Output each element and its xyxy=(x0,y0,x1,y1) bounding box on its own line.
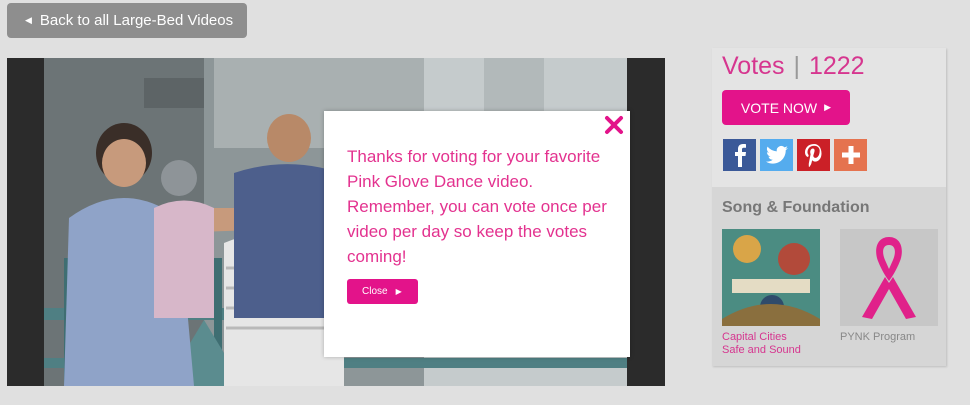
song-foundation-section: Song & Foundation Capital Cities Safe an… xyxy=(712,187,946,366)
vote-now-label: VOTE NOW xyxy=(740,99,818,116)
triangle-left-icon: ◀ xyxy=(25,15,32,25)
section-heading: Song & Foundation xyxy=(722,199,870,216)
foundation-caption[interactable]: PYNK Program xyxy=(840,331,915,344)
pink-ribbon-image[interactable] xyxy=(840,229,938,326)
close-button-label: Close xyxy=(362,286,388,297)
song-artist: Capital Cities xyxy=(722,331,787,343)
facebook-icon[interactable] xyxy=(723,139,756,171)
song-caption[interactable]: Capital Cities Safe and Sound xyxy=(722,331,822,357)
votes-counter: Votes | 1222 xyxy=(722,52,865,81)
album-cover-image[interactable] xyxy=(722,229,820,326)
modal-close-button[interactable]: Close ▶ xyxy=(347,279,418,304)
social-share-bar xyxy=(723,139,867,171)
votes-separator: | xyxy=(793,52,801,80)
close-x-icon[interactable] xyxy=(604,115,624,135)
twitter-icon[interactable] xyxy=(760,139,793,171)
triangle-right-icon: ▶ xyxy=(824,102,832,112)
back-button-label: Back to all Large-Bed Videos xyxy=(39,12,234,29)
modal-message: Thanks for voting for your favorite Pink… xyxy=(347,147,607,266)
votes-count: 1222 xyxy=(808,52,865,80)
votes-label: Votes xyxy=(722,52,785,80)
back-to-videos-button[interactable]: ◀ Back to all Large-Bed Videos xyxy=(7,3,247,38)
triangle-right-icon: ▶ xyxy=(395,287,402,296)
song-title: Safe and Sound xyxy=(722,344,801,356)
vote-now-button[interactable]: VOTE NOW ▶ xyxy=(722,90,850,125)
vote-confirmation-modal: Thanks for voting for your favorite Pink… xyxy=(324,111,630,357)
share-plus-icon[interactable] xyxy=(834,139,867,171)
pinterest-icon[interactable] xyxy=(797,139,830,171)
vote-sidebar: Votes | 1222 VOTE NOW ▶ Song & Foundatio… xyxy=(712,48,946,366)
